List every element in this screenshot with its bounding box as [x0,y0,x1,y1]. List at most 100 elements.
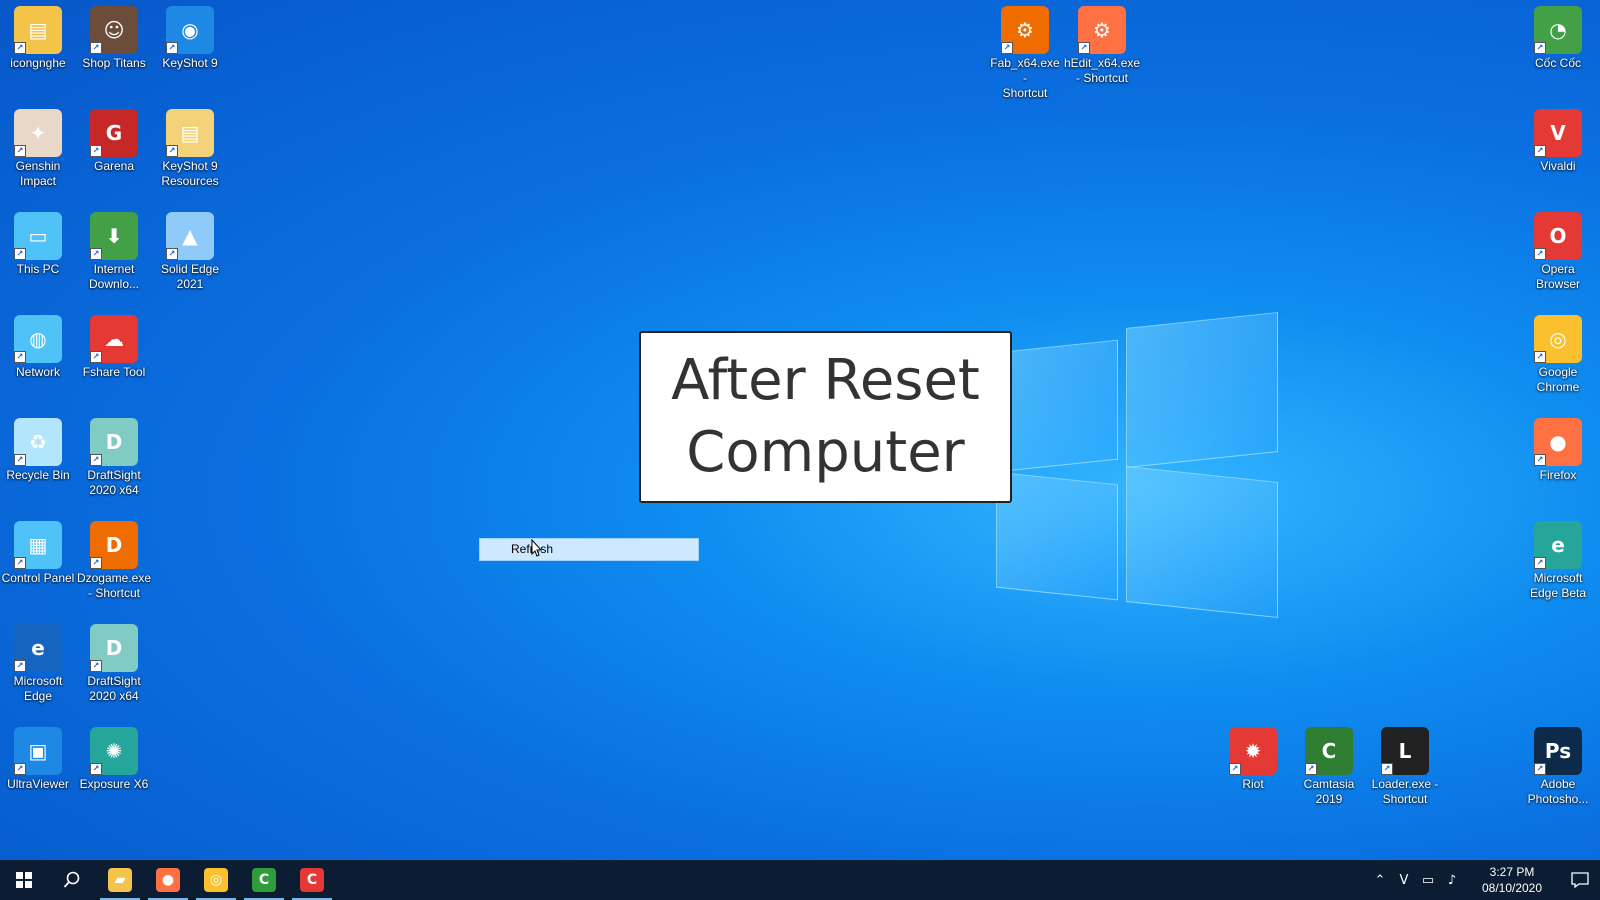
desktop-icon[interactable]: ⚙ ↗ hEdit_x64.exe - Shortcut [1064,0,1140,86]
shortcut-arrow-icon: ↗ [90,248,102,260]
desktop-icon-label: This PC [16,262,60,276]
control-panel-icon: ▦ ↗ [14,521,62,569]
desktop-icon-label: Loader.exe - Shortcut [1371,777,1439,806]
firefox-icon: ● [156,868,180,892]
notification-icon [1571,872,1589,888]
desktop-icon[interactable]: V ↗ Vivaldi [1520,103,1596,174]
shortcut-arrow-icon: ↗ [1534,557,1546,569]
desktop-icon[interactable]: D ↗ DraftSight 2020 x64 [76,618,152,704]
network-tray-icon[interactable]: ▭ [1416,873,1440,888]
chrome-icon: ◎ [204,868,228,892]
search-button[interactable] [48,860,96,900]
genshin-icon: ✦ ↗ [14,109,62,157]
shortcut-arrow-icon: ↗ [1534,763,1546,775]
desktop-icon-label: KeyShot 9 Resources [161,159,219,188]
desktop-icon-label: Opera Browser [1535,262,1580,291]
desktop-icon[interactable]: e ↗ Microsoft Edge Beta [1520,515,1596,601]
desktop-icon[interactable]: ▣ ↗ UltraViewer [0,721,76,792]
shortcut-arrow-icon: ↗ [166,248,178,260]
desktop-icon[interactable]: ● ↗ Firefox [1520,412,1596,483]
desktop-icon[interactable]: O ↗ Opera Browser [1520,206,1596,292]
desktop-icon[interactable]: ✺ ↗ Exposure X6 [76,721,152,792]
keyshot-icon: ◉ ↗ [166,6,214,54]
taskbar: ▰ ● ◎ C C ⌃ V ▭ ♪ 3:27 PM 08/10/2020 [0,860,1600,900]
vpn-icon[interactable]: V [1392,873,1416,888]
clock[interactable]: 3:27 PM 08/10/2020 [1472,864,1552,896]
taskbar-app-button[interactable]: C [240,860,288,900]
desktop-icon[interactable]: ▤ ↗ icongnghe [0,0,76,71]
shortcut-arrow-icon: ↗ [1305,763,1317,775]
volume-icon[interactable]: ♪ [1440,873,1464,888]
camtasia-recorder-icon: C [300,868,324,892]
desktop-icon[interactable]: ▭ ↗ This PC [0,206,76,277]
desktop-icon[interactable]: ☺ ↗ Shop Titans [76,0,152,71]
desktop-icon-label: Microsoft Edge Beta [1529,571,1587,600]
chrome-icon: ◎ ↗ [1534,315,1582,363]
firefox-icon: ● ↗ [1534,418,1582,466]
desktop-icon-label: Control Panel [1,571,75,585]
desktop-icon[interactable]: ▲ ↗ Solid Edge 2021 [152,206,228,292]
shortcut-arrow-icon: ↗ [166,145,178,157]
desktop-icon-label: Internet Downlo... [88,262,140,291]
edge-beta-icon: e ↗ [1534,521,1582,569]
desktop-icon-label: UltraViewer [7,777,69,791]
desktop-icon[interactable]: D ↗ DraftSight 2020 x64 [76,412,152,498]
start-button[interactable] [0,860,48,900]
shortcut-arrow-icon: ↗ [1534,145,1546,157]
desktop-icon-label: Genshin Impact [15,159,61,188]
desktop-icon[interactable]: ☁ ↗ Fshare Tool [76,309,152,380]
camtasia-icon: C [252,868,276,892]
shortcut-arrow-icon: ↗ [1534,454,1546,466]
context-menu-refresh[interactable]: Refresh [479,538,699,561]
coccoc-icon: ◔ ↗ [1534,6,1582,54]
desktop-icon[interactable]: C ↗ Camtasia 2019 [1291,721,1367,807]
desktop-icon-label: Google Chrome [1536,365,1580,394]
folder-icon: ▤ ↗ [14,6,62,54]
desktop-icon[interactable]: ◔ ↗ Cốc Cốc [1520,0,1596,71]
desktop-icon[interactable]: ♻ ↗ Recycle Bin [0,412,76,483]
desktop-icon[interactable]: D ↗ Dzogame.exe - Shortcut [76,515,152,601]
show-hidden-icons-chevron-icon[interactable]: ⌃ [1368,873,1392,888]
taskbar-app-button[interactable]: ● [144,860,192,900]
network-icon: ◍ ↗ [14,315,62,363]
shortcut-arrow-icon: ↗ [166,42,178,54]
taskbar-app-button[interactable]: ▰ [96,860,144,900]
desktop-icon[interactable]: ◍ ↗ Network [0,309,76,380]
taskbar-app-button[interactable]: ◎ [192,860,240,900]
garena-icon: G ↗ [90,109,138,157]
overlay-banner: After Reset Computer [639,331,1012,503]
shortcut-arrow-icon: ↗ [1381,763,1393,775]
draftsight-icon: D ↗ [90,418,138,466]
desktop-icon[interactable]: G ↗ Garena [76,103,152,174]
desktop-icon[interactable]: ▦ ↗ Control Panel [0,515,76,586]
desktop-icon-label: Solid Edge 2021 [160,262,220,291]
shortcut-arrow-icon: ↗ [1534,42,1546,54]
desktop-icon[interactable]: ✹ ↗ Riot [1215,721,1291,792]
desktop-icon[interactable]: ◎ ↗ Google Chrome [1520,309,1596,395]
shortcut-arrow-icon: ↗ [14,145,26,157]
clock-time: 3:27 PM [1489,865,1535,879]
windows-start-icon [16,872,32,888]
shortcut-arrow-icon: ↗ [1534,351,1546,363]
taskbar-app-button[interactable]: C [288,860,336,900]
desktop-icon[interactable]: ⚙ ↗ Fab_x64.exe - Shortcut [987,0,1063,101]
desktop-icon[interactable]: Ps ↗ Adobe Photosho... [1520,721,1596,807]
loader-icon: L ↗ [1381,727,1429,775]
shortcut-arrow-icon: ↗ [90,454,102,466]
desktop-icon-label: Camtasia 2019 [1303,777,1355,806]
fshare-icon: ☁ ↗ [90,315,138,363]
desktop-icon[interactable]: e ↗ Microsoft Edge [0,618,76,704]
notification-center-button[interactable] [1560,860,1600,900]
desktop-icon[interactable]: ✦ ↗ Genshin Impact [0,103,76,189]
shortcut-arrow-icon: ↗ [14,454,26,466]
desktop-icon[interactable]: ▤ ↗ KeyShot 9 Resources [152,103,228,189]
shortcut-arrow-icon: ↗ [90,763,102,775]
dzogame-icon: D ↗ [90,521,138,569]
desktop-icon[interactable]: ⬇ ↗ Internet Downlo... [76,206,152,292]
desktop-icon[interactable]: ◉ ↗ KeyShot 9 [152,0,228,71]
fab-icon: ⚙ ↗ [1001,6,1049,54]
shop-titans-icon: ☺ ↗ [90,6,138,54]
desktop-icon-label: Fab_x64.exe - Shortcut [990,56,1060,100]
desktop-icon[interactable]: L ↗ Loader.exe - Shortcut [1367,721,1443,807]
ultraviewer-icon: ▣ ↗ [14,727,62,775]
